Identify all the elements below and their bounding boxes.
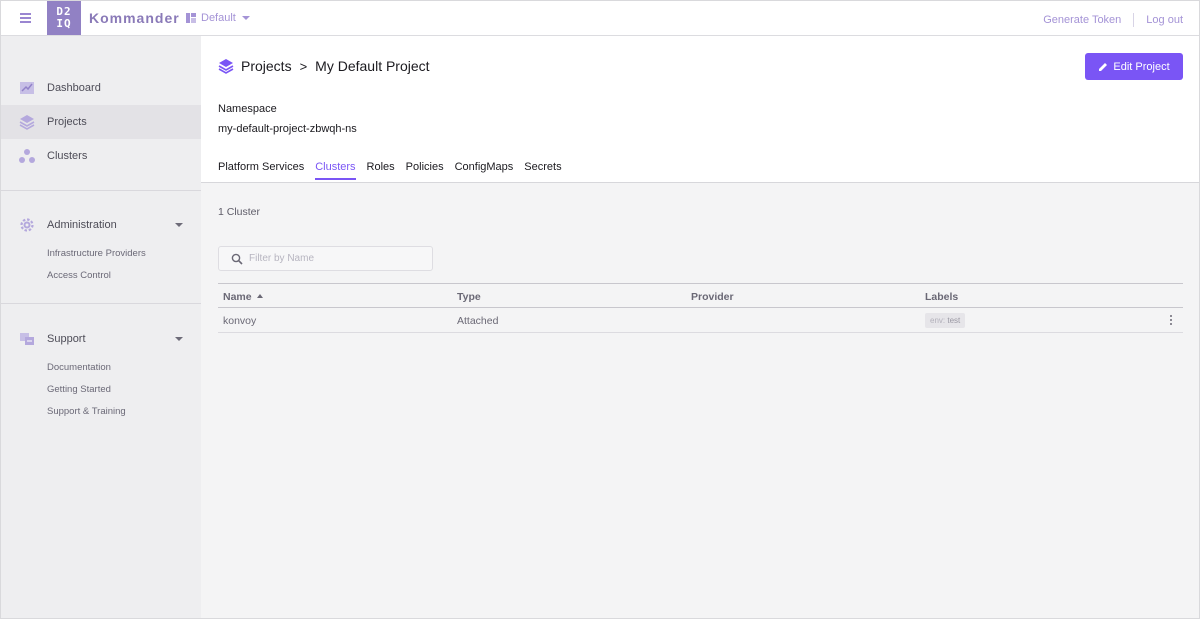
column-label: Name xyxy=(223,291,252,303)
sidebar-item-administration[interactable]: Administration xyxy=(1,208,201,242)
d2iq-logo: D2 IQ xyxy=(47,1,81,35)
logo-line-2: IQ xyxy=(56,17,72,30)
label-key: env: xyxy=(930,316,946,325)
sidebar-item-clusters[interactable]: Clusters xyxy=(1,139,201,173)
brand-name: Kommander xyxy=(89,10,180,26)
table-row[interactable]: konvoy Attached env: test xyxy=(218,308,1183,333)
chevron-down-icon xyxy=(175,337,183,341)
namespace-label: Namespace xyxy=(218,103,277,115)
tab-secrets[interactable]: Secrets xyxy=(524,161,561,180)
table-header: Name Type Provider Labels xyxy=(218,283,1183,308)
gear-icon xyxy=(20,218,34,232)
label-badge: env: test xyxy=(925,313,966,328)
top-bar: D2 IQ Kommander Default Generate Token L… xyxy=(1,1,1199,36)
support-icon xyxy=(20,333,34,345)
sort-ascending-icon xyxy=(256,294,263,298)
main-content: Projects > My Default Project Edit Proje… xyxy=(201,36,1199,618)
sidebar-item-support[interactable]: Support xyxy=(1,322,201,356)
clusters-table: Name Type Provider Labels konvoy Attache… xyxy=(218,283,1183,333)
workspace-selector[interactable]: Default xyxy=(186,12,250,24)
column-header-labels[interactable]: Labels xyxy=(925,291,958,303)
generate-token-link[interactable]: Generate Token xyxy=(1043,14,1121,26)
column-header-provider[interactable]: Provider xyxy=(691,291,734,303)
tab-roles[interactable]: Roles xyxy=(367,161,395,180)
divider xyxy=(1133,13,1135,27)
edit-project-label: Edit Project xyxy=(1113,60,1170,73)
tab-platform-services[interactable]: Platform Services xyxy=(218,161,304,180)
breadcrumb-separator: > xyxy=(299,58,308,74)
sidebar-item-label: Support xyxy=(47,333,86,345)
chevron-down-icon xyxy=(241,16,250,20)
sidebar-item-label: Dashboard xyxy=(47,82,101,94)
breadcrumb-projects-link[interactable]: Projects xyxy=(241,58,292,74)
tab-policies[interactable]: Policies xyxy=(406,161,444,180)
project-tabs: Platform Services Clusters Roles Policie… xyxy=(218,161,562,180)
sidebar-subitem-documentation[interactable]: Documentation xyxy=(47,362,111,373)
page-title: My Default Project xyxy=(315,58,430,74)
hamburger-menu-icon[interactable] xyxy=(17,11,35,27)
projects-icon xyxy=(19,115,35,130)
cluster-type: Attached xyxy=(457,315,499,327)
edit-project-button[interactable]: Edit Project xyxy=(1085,53,1183,80)
sidebar-item-label: Projects xyxy=(47,116,87,128)
sidebar-subitem-getting-started[interactable]: Getting Started xyxy=(47,384,111,395)
pencil-icon xyxy=(1099,62,1108,71)
top-right-actions: Generate Token Log out xyxy=(1043,13,1183,27)
breadcrumb: Projects > My Default Project xyxy=(218,58,430,74)
workspace-name: Default xyxy=(201,12,236,24)
sidebar-subitem-support-training[interactable]: Support & Training xyxy=(47,406,126,417)
sidebar-item-dashboard[interactable]: Dashboard xyxy=(1,71,201,105)
namespace-value: my-default-project-zbwqh-ns xyxy=(218,123,357,135)
sidebar-divider xyxy=(1,190,201,191)
sidebar-item-projects[interactable]: Projects xyxy=(1,105,201,139)
projects-icon xyxy=(218,59,234,74)
logout-link[interactable]: Log out xyxy=(1146,14,1183,26)
tab-clusters[interactable]: Clusters xyxy=(315,161,356,180)
sidebar-item-label: Administration xyxy=(47,219,117,231)
sidebar-subitem-infrastructure-providers[interactable]: Infrastructure Providers xyxy=(47,248,146,259)
cluster-count: 1 Cluster xyxy=(218,206,261,218)
column-header-name[interactable]: Name xyxy=(223,291,263,303)
sidebar-item-label: Clusters xyxy=(47,150,88,162)
sidebar-subitem-access-control[interactable]: Access Control xyxy=(47,270,111,281)
cluster-name[interactable]: konvoy xyxy=(223,315,256,327)
sidebar: Dashboard Projects Clusters Administrati… xyxy=(1,36,201,618)
app-window: D2 IQ Kommander Default Generate Token L… xyxy=(0,0,1200,619)
label-value: test xyxy=(947,316,961,325)
tab-configmaps[interactable]: ConfigMaps xyxy=(455,161,514,180)
filter-field[interactable] xyxy=(218,246,433,271)
sidebar-divider xyxy=(1,303,201,304)
dashboard-icon xyxy=(20,82,34,94)
chevron-down-icon xyxy=(175,223,183,227)
column-header-type[interactable]: Type xyxy=(457,291,481,303)
filter-input[interactable] xyxy=(249,253,429,264)
workspace-icon xyxy=(186,13,196,23)
more-options-icon[interactable] xyxy=(1169,315,1173,327)
search-icon xyxy=(231,253,243,265)
page-header: Projects > My Default Project Edit Proje… xyxy=(201,36,1199,183)
clusters-icon xyxy=(19,149,35,163)
